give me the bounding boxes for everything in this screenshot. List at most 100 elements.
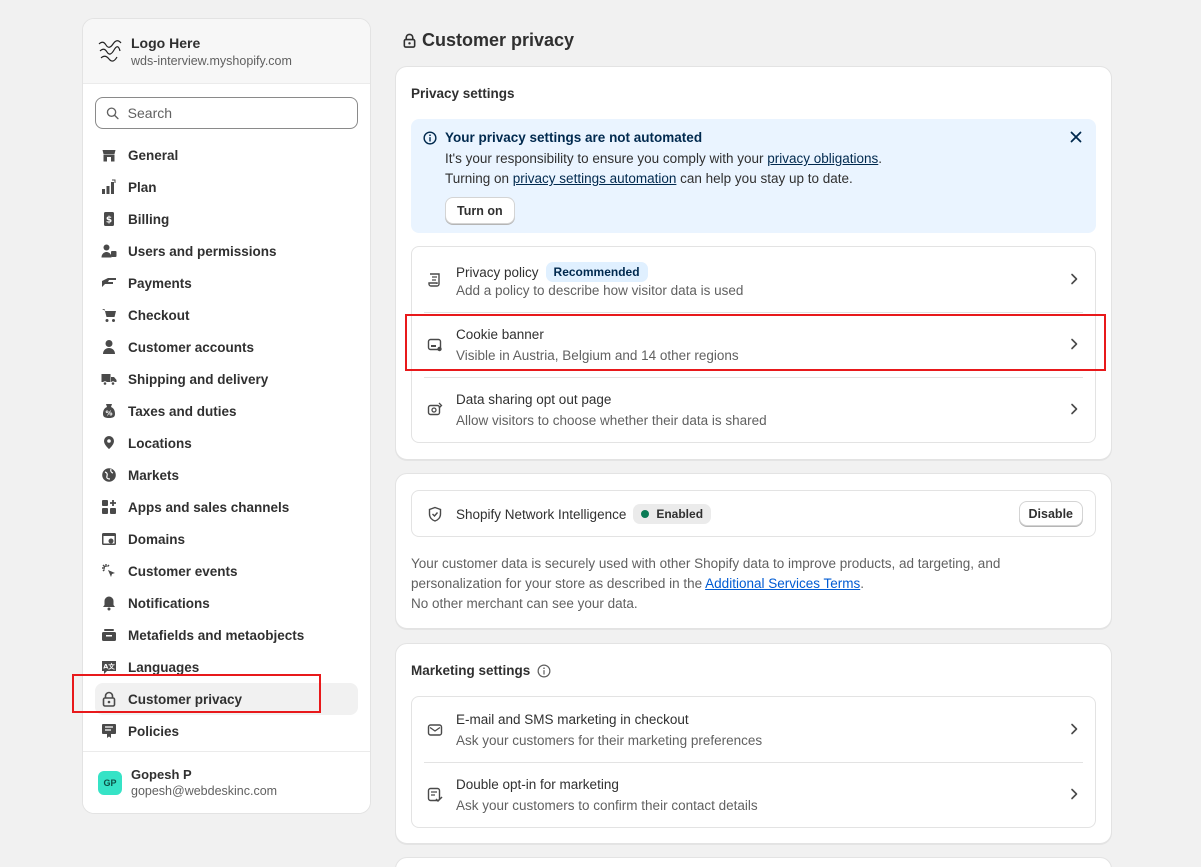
- double-opt-in-row[interactable]: Double opt-in for marketing Ask your cus…: [412, 762, 1095, 827]
- domain-icon: [101, 531, 117, 547]
- highlight-cookie-banner: [405, 314, 1106, 371]
- enabled-badge-label: Enabled: [656, 507, 704, 521]
- next-card: [395, 857, 1112, 867]
- disable-button[interactable]: Disable: [1018, 501, 1083, 526]
- marketing-title-row: Marketing settings: [411, 663, 551, 678]
- sidebar-item-shipping[interactable]: Shipping and delivery: [95, 363, 358, 395]
- sidebar-item-apps[interactable]: Apps and sales channels: [95, 491, 358, 523]
- banner-title: Your privacy settings are not automated: [445, 130, 703, 145]
- sidebar-item-general[interactable]: General: [95, 139, 358, 171]
- enabled-badge: Enabled: [633, 504, 712, 524]
- shield-icon: [428, 506, 442, 522]
- billing-icon: $: [101, 211, 117, 227]
- users-icon: [101, 243, 117, 259]
- sidebar-item-label: Shipping and delivery: [128, 371, 269, 387]
- info-icon[interactable]: [537, 664, 551, 678]
- sidebar-item-taxes[interactable]: % Taxes and duties: [95, 395, 358, 427]
- turn-on-button[interactable]: Turn on: [445, 197, 515, 224]
- network-intelligence-card: Shopify Network Intelligence Enabled Dis…: [395, 473, 1112, 629]
- privacy-automation-link[interactable]: privacy settings automation: [513, 171, 677, 186]
- additional-services-terms-link[interactable]: Additional Services Terms: [705, 576, 860, 591]
- sidebar-item-label: Plan: [128, 179, 157, 195]
- row-description: Allow visitors to choose whether their d…: [456, 413, 767, 428]
- settings-nav: General Plan $ Billing Users and permissi…: [83, 139, 370, 747]
- sidebar-item-label: Policies: [128, 723, 180, 739]
- network-description: Your customer data is securely used with…: [411, 554, 1000, 614]
- network-intelligence-box: Shopify Network Intelligence Enabled Dis…: [411, 490, 1096, 537]
- language-icon: A文: [101, 659, 117, 675]
- double-optin-icon: [427, 787, 443, 803]
- privacy-policy-row[interactable]: Privacy policy Recommended Add a policy t…: [412, 247, 1095, 312]
- highlight-customer-privacy: [72, 674, 321, 713]
- privacy-obligations-link[interactable]: privacy obligations: [767, 151, 878, 166]
- user-name: Gopesh P: [131, 767, 192, 782]
- banner-line-2: Turning on privacy settings automation c…: [445, 171, 853, 186]
- sidebar-item-label: Customer accounts: [128, 339, 255, 355]
- person-icon: [101, 339, 117, 355]
- marketing-settings-list: E-mail and SMS marketing in checkout Ask…: [411, 696, 1096, 828]
- sidebar-item-metafields[interactable]: Metafields and metaobjects: [95, 619, 358, 651]
- avatar: GP: [98, 770, 122, 795]
- sidebar-item-label: General: [128, 147, 179, 163]
- banner-line-2-text: Turning on: [445, 171, 513, 186]
- sidebar-item-customer-events[interactable]: Customer events: [95, 555, 358, 587]
- sidebar-item-policies[interactable]: Policies: [95, 715, 358, 747]
- automation-banner: Your privacy settings are not automated …: [411, 119, 1096, 233]
- data-sharing-row[interactable]: Data sharing opt out page Allow visitors…: [412, 377, 1095, 442]
- sidebar-item-label: Checkout: [128, 307, 190, 323]
- bell-icon: [101, 595, 117, 611]
- sidebar-item-label: Apps and sales channels: [128, 499, 290, 515]
- sidebar-item-label: Domains: [128, 531, 186, 547]
- sidebar-item-label: Metafields and metaobjects: [128, 627, 305, 643]
- store-header[interactable]: Logo Here wds-interview.myshopify.com: [83, 19, 370, 84]
- sidebar-item-domains[interactable]: Domains: [95, 523, 358, 555]
- sidebar-item-notifications[interactable]: Notifications: [95, 587, 358, 619]
- apps-icon: [101, 499, 117, 515]
- network-text-2: personalization for your store as descri…: [411, 574, 1000, 594]
- data-sharing-icon: [427, 402, 443, 416]
- sidebar-item-plan[interactable]: Plan: [95, 171, 358, 203]
- network-intelligence-title: Shopify Network Intelligence Enabled: [456, 504, 712, 524]
- sidebar-item-label: Billing: [128, 211, 170, 227]
- search-input[interactable]: [127, 105, 347, 121]
- sidebar-item-users[interactable]: Users and permissions: [95, 235, 358, 267]
- store-name: Logo Here: [131, 34, 201, 51]
- row-description: Add a policy to describe how visitor dat…: [456, 283, 744, 298]
- privacy-policy-title: Privacy policy: [456, 264, 539, 280]
- user-email: gopesh@webdeskinc.com: [131, 784, 278, 798]
- sidebar-item-markets[interactable]: Markets: [95, 459, 358, 491]
- close-icon[interactable]: [1066, 127, 1086, 147]
- privacy-settings-title: Privacy settings: [411, 86, 515, 101]
- network-title-text: Shopify Network Intelligence: [456, 506, 627, 522]
- row-title: Data sharing opt out page: [456, 392, 612, 407]
- policy-scroll-icon: [428, 273, 440, 287]
- sidebar-item-locations[interactable]: Locations: [95, 427, 358, 459]
- truck-icon: [101, 371, 117, 387]
- sidebar-item-label: Locations: [128, 435, 192, 451]
- search-box[interactable]: [95, 97, 358, 129]
- metafields-icon: [101, 627, 117, 643]
- sidebar-item-label: Languages: [128, 659, 200, 675]
- svg-text:$: $: [106, 216, 112, 226]
- plan-icon: [101, 179, 117, 195]
- sidebar-item-checkout[interactable]: Checkout: [95, 299, 358, 331]
- store-icon: [101, 147, 117, 163]
- globe-icon: [101, 467, 117, 483]
- row-title: E-mail and SMS marketing in checkout: [456, 712, 689, 727]
- chevron-right-icon: [1071, 273, 1078, 285]
- user-account[interactable]: GP Gopesh P gopesh@webdeskinc.com: [83, 751, 370, 813]
- banner-line-1-end: .: [878, 151, 883, 166]
- chevron-right-icon: [1071, 788, 1078, 800]
- marketing-settings-card: Marketing settings E-mail and SMS market…: [395, 643, 1112, 844]
- sidebar-item-label: Notifications: [128, 595, 210, 611]
- email-sms-marketing-row[interactable]: E-mail and SMS marketing in checkout Ask…: [412, 697, 1095, 762]
- lock-icon: [403, 33, 416, 48]
- sidebar-item-customer-accounts[interactable]: Customer accounts: [95, 331, 358, 363]
- sidebar-item-label: Taxes and duties: [128, 403, 237, 419]
- sidebar-item-payments[interactable]: Payments: [95, 267, 358, 299]
- banner-line-1: It's your responsibility to ensure you c…: [445, 151, 882, 166]
- payments-icon: [101, 275, 117, 291]
- sidebar-item-billing[interactable]: $ Billing: [95, 203, 358, 235]
- tax-icon: %: [101, 403, 117, 419]
- privacy-settings-card: Privacy settings Your privacy settings a…: [395, 66, 1112, 460]
